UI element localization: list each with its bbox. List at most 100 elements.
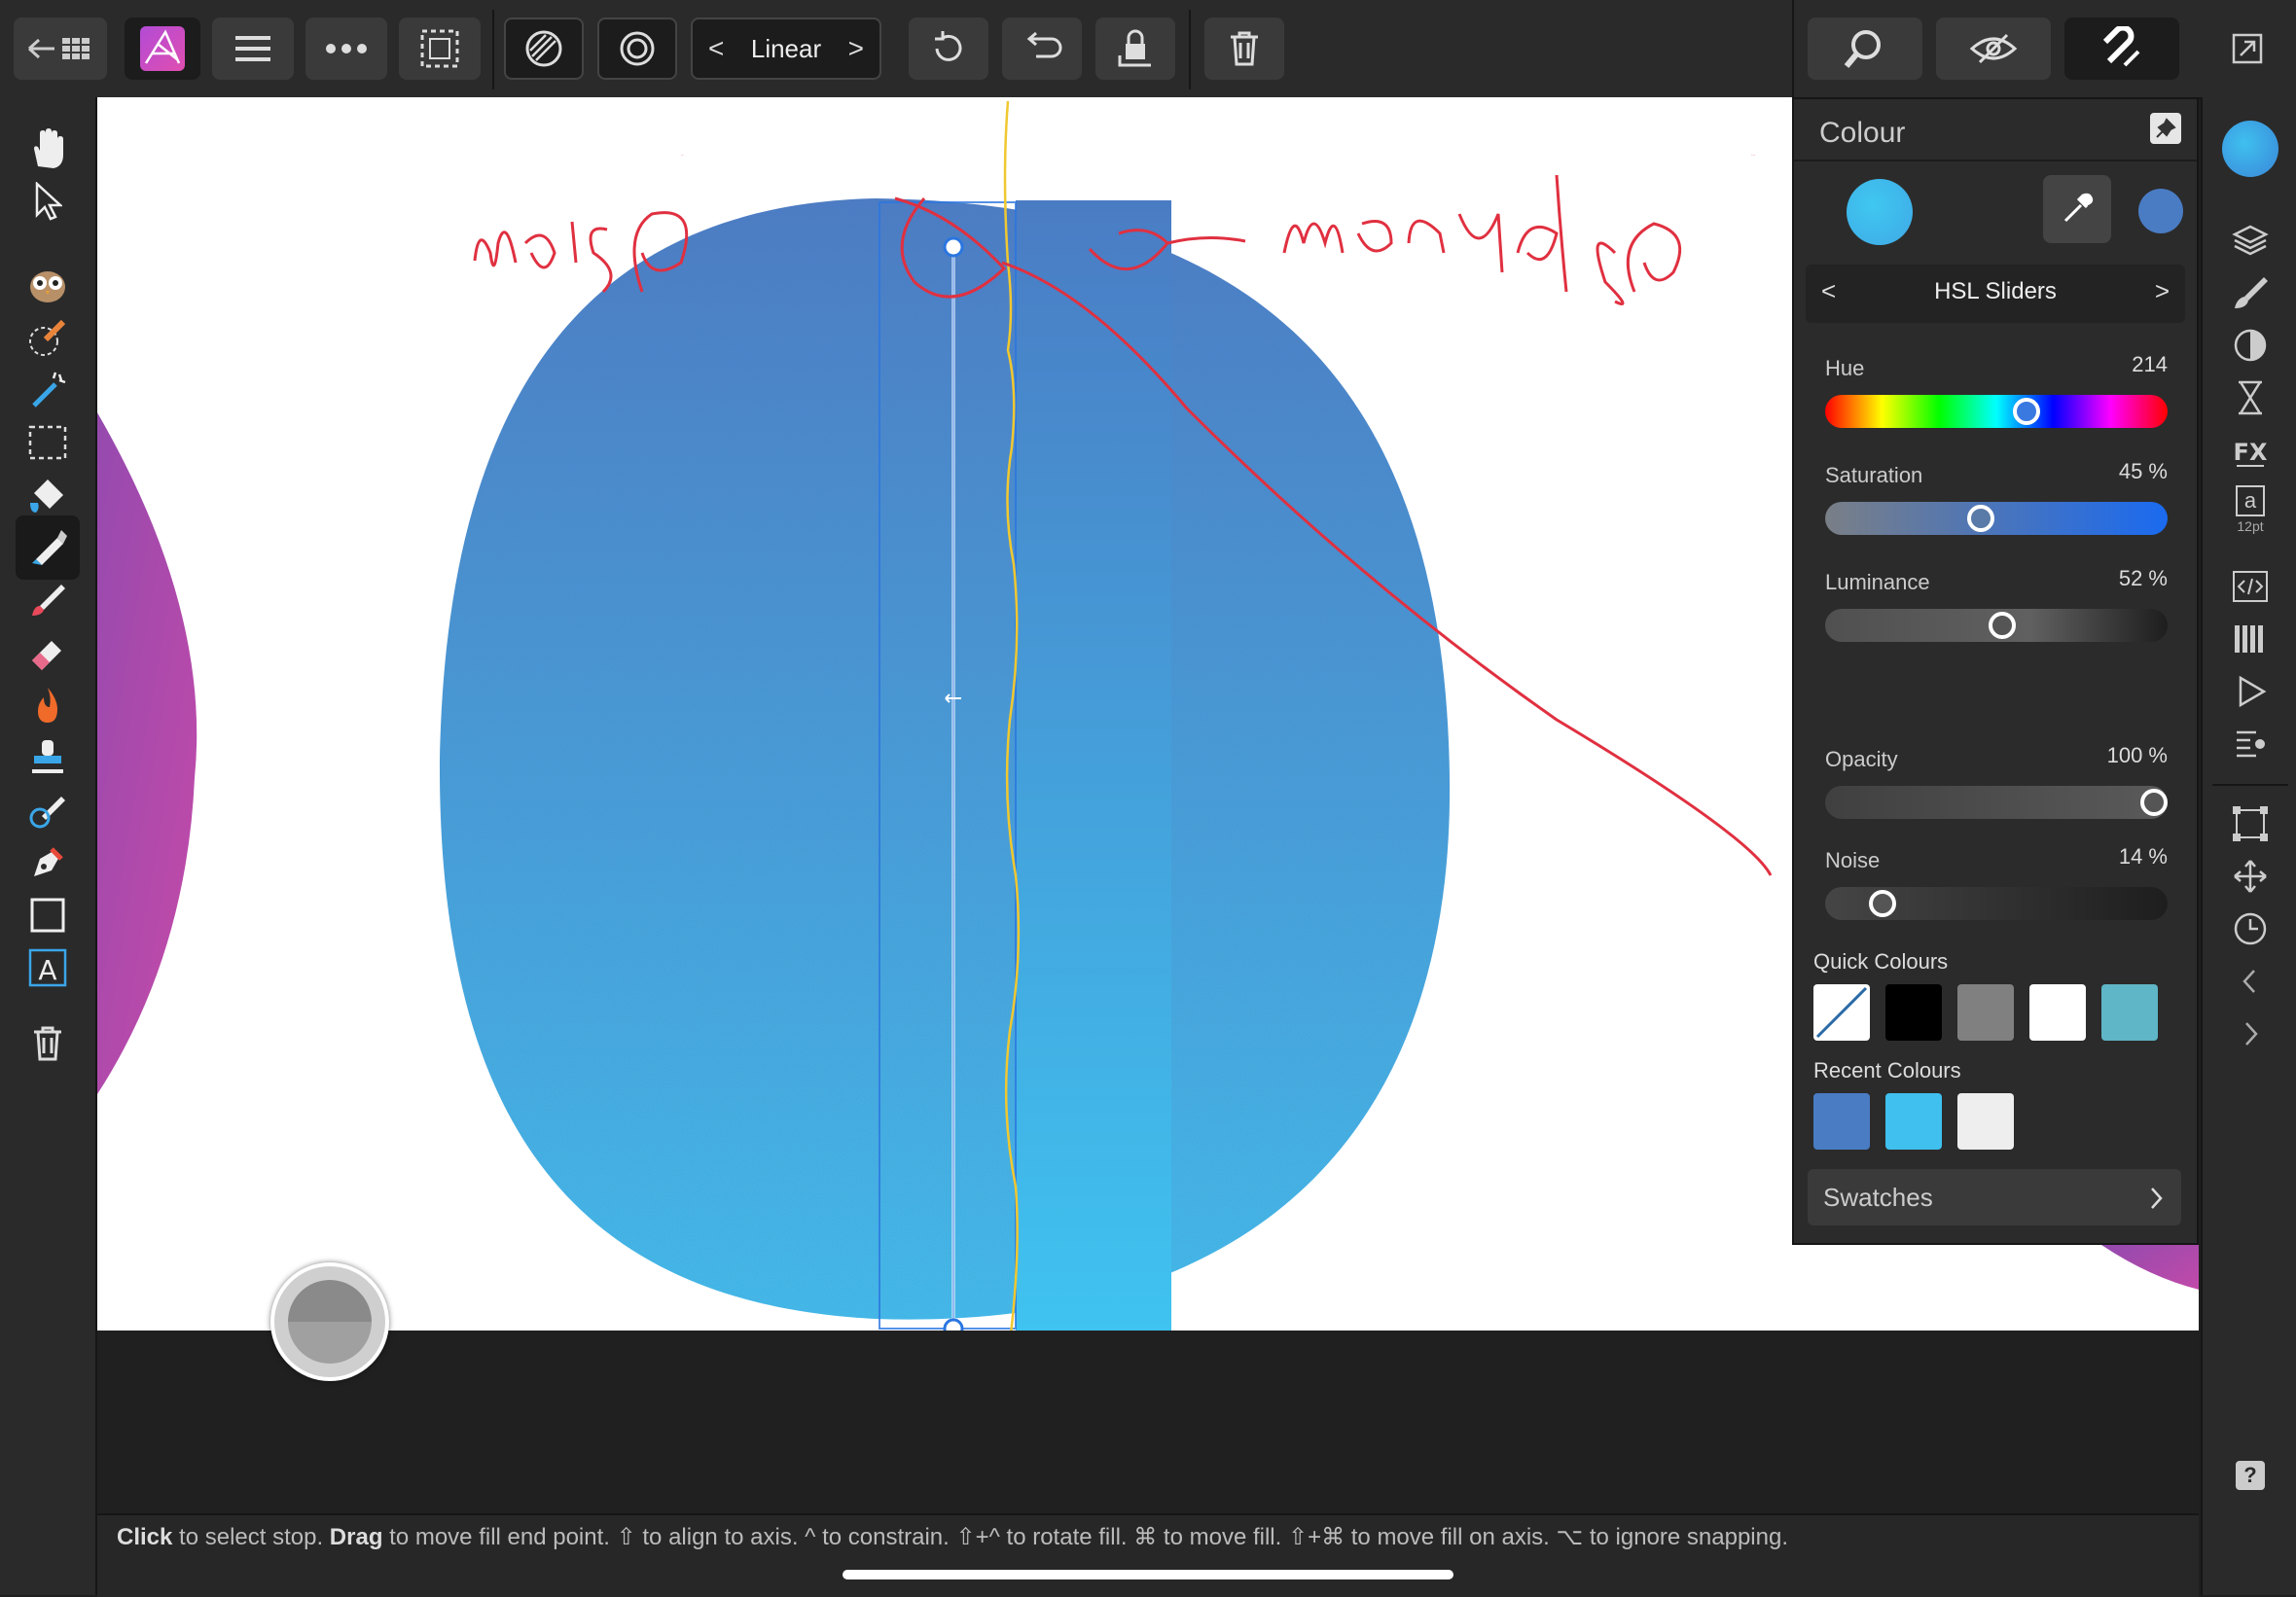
studio-separator: [2212, 784, 2288, 786]
context-help-text: Click to select stop. Drag to move fill …: [117, 1524, 1788, 1550]
canvas-bottom-area: [97, 1331, 2199, 1513]
magnifier-icon: [1844, 30, 1881, 68]
pin-panel-button[interactable]: [2150, 113, 2181, 144]
svg-text:FX: FX: [2234, 439, 2268, 466]
recent-colour-swatch[interactable]: [1813, 1093, 1870, 1150]
reverse-gradient-button[interactable]: [909, 18, 988, 80]
quick-colour-swatch[interactable]: [2029, 984, 2086, 1041]
back-to-documents-button[interactable]: [14, 18, 107, 80]
adjustment-icon: [2234, 329, 2267, 362]
gradient-type-prev[interactable]: <: [708, 33, 724, 64]
luminance-slider[interactable]: [1825, 609, 2168, 642]
pin-icon: [2156, 118, 2176, 138]
delete-button[interactable]: [1204, 18, 1284, 80]
flip-gradient-button[interactable]: [1002, 18, 1082, 80]
snapping-button[interactable]: [2064, 18, 2179, 80]
hand-icon: [34, 128, 63, 168]
navigator-studio-button[interactable]: [2218, 712, 2282, 776]
blue-gradient-shape[interactable]: [439, 198, 1451, 1331]
noise-slider-knob[interactable]: [1869, 890, 1897, 917]
fx-icon: FX: [2234, 439, 2268, 467]
affinity-designer-logo-icon: [140, 26, 185, 71]
persona-switch-button[interactable]: [125, 18, 200, 80]
transform-icon: [2233, 806, 2268, 841]
trash-icon: [34, 1026, 61, 1061]
stroke-ring-icon: [620, 31, 655, 66]
opacity-slider[interactable]: [1825, 786, 2168, 819]
luminance-value[interactable]: 52 %: [2119, 566, 2168, 591]
lock-icon: [1118, 29, 1151, 67]
more-button[interactable]: [305, 18, 387, 80]
move-tool[interactable]: [16, 169, 80, 233]
clock-icon: [2234, 912, 2267, 945]
healing-brush-icon: [29, 797, 65, 829]
gradient-type-label: Linear: [750, 33, 822, 63]
colour-mode-selector[interactable]: < HSL Sliders >: [1806, 265, 2185, 323]
delete-layer-button[interactable]: [16, 1011, 80, 1076]
text-styles-studio-button[interactable]: a 12pt: [2218, 471, 2282, 549]
move-arrows-icon: [2234, 860, 2267, 893]
help-button[interactable]: ?: [2218, 1443, 2282, 1508]
recent-colour-swatch[interactable]: [1957, 1093, 2014, 1150]
gradient-start-stop[interactable]: [943, 236, 964, 258]
view-mode-button[interactable]: [1936, 18, 2051, 80]
noise-value[interactable]: 14 %: [2119, 844, 2168, 869]
mode-next-button[interactable]: >: [2155, 276, 2170, 306]
swatches-button[interactable]: Swatches: [1808, 1169, 2181, 1225]
stroke-button[interactable]: [597, 18, 677, 80]
quick-colour-swatch[interactable]: [1957, 984, 2014, 1041]
noise-label: Noise: [1825, 848, 1881, 872]
fill-pattern-button[interactable]: [504, 18, 584, 80]
arrow-pointer-icon: [35, 182, 62, 221]
back-grid-icon: [27, 38, 90, 59]
lock-aspect-button[interactable]: [1095, 18, 1175, 80]
toolbar-separator: [1189, 10, 1191, 89]
saturation-value[interactable]: 45 %: [2119, 459, 2168, 484]
noise-slider[interactable]: [1825, 887, 2168, 920]
red-annotation-text: noise monolse: [681, 155, 1756, 157]
home-indicator[interactable]: [843, 1570, 1453, 1579]
quick-colour-none[interactable]: [1813, 984, 1870, 1041]
gradient-type-next[interactable]: >: [848, 33, 864, 64]
tools-panel: A: [0, 97, 97, 1595]
layers-icon: [2232, 225, 2269, 256]
recent-colour-swatch[interactable]: [1885, 1093, 1942, 1150]
gradient-pen-icon: [32, 530, 67, 565]
opacity-slider-knob[interactable]: [2140, 789, 2168, 816]
fullscreen-button[interactable]: [2210, 18, 2284, 80]
hue-slider[interactable]: [1825, 395, 2168, 428]
colour-picker-button[interactable]: [2043, 175, 2111, 243]
svg-text:monolse: monolse: [1751, 155, 1756, 157]
colour-studio-icon: [2222, 121, 2278, 177]
font-size-label: 12pt: [2237, 518, 2264, 534]
menu-button[interactable]: [212, 18, 294, 80]
hue-slider-knob[interactable]: [2012, 398, 2040, 425]
trash-icon: [1231, 31, 1258, 66]
pen-nib-icon: [34, 847, 63, 876]
luminance-slider-knob[interactable]: [1989, 612, 2017, 639]
command-controller-puck[interactable]: [270, 1262, 389, 1381]
colour-mode-label: HSL Sliders: [1934, 278, 2057, 304]
saturation-slider[interactable]: [1825, 502, 2168, 535]
help-icon: ?: [2236, 1461, 2265, 1490]
quick-colour-swatch[interactable]: [1885, 984, 1942, 1041]
swatches-label: Swatches: [1823, 1183, 1933, 1212]
quick-colour-swatch[interactable]: [2101, 984, 2158, 1041]
studio-panel-bar: FX a 12pt ?: [2201, 97, 2296, 1595]
top-toolbar: < Linear >: [0, 0, 2296, 99]
collapse-right-button[interactable]: [2218, 1002, 2282, 1066]
gradient-end-stop[interactable]: [943, 1318, 964, 1331]
text-tool[interactable]: A: [16, 936, 80, 1000]
gradient-type-selector[interactable]: < Linear >: [691, 18, 881, 80]
hourglass-icon: [2239, 380, 2262, 415]
selection-mode-button[interactable]: [399, 18, 481, 80]
colour-studio-button[interactable]: [2218, 117, 2282, 181]
fill-colour-well[interactable]: [1847, 179, 1913, 245]
opacity-value[interactable]: 100 %: [2107, 743, 2168, 768]
rectangle-marquee-icon: [28, 425, 67, 460]
toolbar-separator: [1792, 0, 1794, 97]
stroke-colour-well[interactable]: [2138, 189, 2183, 233]
saturation-slider-knob[interactable]: [1966, 505, 1994, 532]
hue-value[interactable]: 214: [2132, 352, 2168, 377]
zoom-view-button[interactable]: [1808, 18, 1922, 80]
